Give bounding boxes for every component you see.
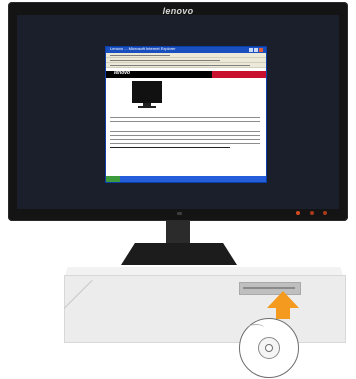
text-line [110,117,260,118]
text-line [110,131,260,132]
monitor-base [121,243,237,265]
power-indicator [177,212,182,215]
address-field [110,65,250,66]
pc-front-panel [64,275,346,343]
cd-disc-shine [248,324,264,331]
site-logo: lenovo [114,70,131,76]
drive-slot [243,287,295,289]
insert-arrow-shaft [276,307,290,319]
site-header-accent [212,71,266,78]
browser-window: Lenovo ... Microsoft Internet Explorer l… [105,46,267,183]
minimize-icon[interactable] [249,48,253,52]
maximize-icon[interactable] [254,48,258,52]
control-button[interactable] [323,211,327,215]
monitor-neck [166,221,190,243]
start-button[interactable] [106,176,120,182]
text-line [110,143,260,144]
text-line [110,121,260,122]
text-line [110,147,230,148]
control-button[interactable] [310,211,314,215]
window-title: Lenovo ... Microsoft Internet Explorer [110,46,176,51]
cd-disc-hole [265,344,273,352]
menu-items [110,55,170,56]
close-icon[interactable] [259,48,263,52]
pc-top [65,267,343,275]
product-image [132,81,162,103]
taskbar [106,176,266,182]
product-image-base [138,106,156,108]
text-line [110,139,260,140]
text-line [110,135,260,136]
toolbar-icons [110,60,220,61]
control-button[interactable] [296,211,300,215]
